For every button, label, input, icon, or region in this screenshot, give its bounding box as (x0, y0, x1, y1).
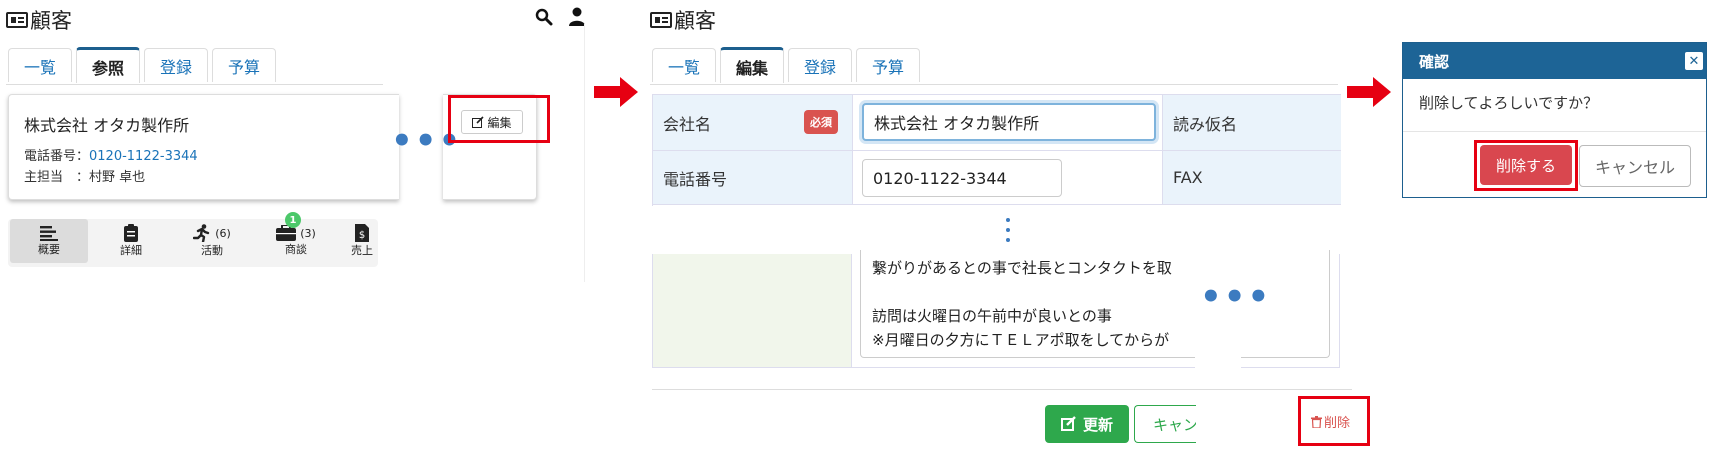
icon-tab-bar: 概要 詳細 (6) 活動 (3) 商談 1 $ 売上 (8, 212, 378, 267)
dialog-title: 確認 (1419, 52, 1450, 71)
trash-icon (1311, 415, 1322, 428)
company-name: 株式会社 オタカ製作所 (24, 116, 190, 135)
footer-divider (652, 389, 1352, 390)
deal-count-badge: 1 (285, 212, 301, 228)
update-button[interactable]: 更新 (1045, 405, 1129, 443)
tab-list[interactable]: 一覧 (652, 48, 716, 82)
edit-form: 会社名 必須 株式会社 オタカ製作所 読み仮名 電話番号 0120-1122-3… (652, 94, 1341, 206)
reading-label: 読み仮名 (1173, 114, 1238, 134)
icon-tab-detail[interactable]: 詳細 (96, 219, 166, 263)
confirm-dialog: 確認 ✕ 削除してよろしいですか？ 削除する キャンセル (1402, 42, 1707, 198)
tab-bar-line (650, 83, 1338, 85)
page-header: 顧客 (650, 5, 716, 35)
vertical-ellipsis (1005, 218, 1011, 242)
tab-bar-line (6, 83, 383, 85)
dialog-divider (1403, 131, 1706, 132)
owner-value: 村野 卓也 (89, 170, 146, 185)
phone-input-cell: 0120-1122-3344 (853, 151, 1163, 205)
phone-label: 電話番号 (663, 169, 728, 189)
owner-row: 主担当 ：村野 卓也 (24, 166, 145, 185)
search-icon[interactable] (535, 8, 553, 26)
icon-tab-overview[interactable]: 概要 (10, 219, 88, 263)
cancel-button[interactable]: キャン (1134, 405, 1196, 443)
tab-budget[interactable]: 予算 (856, 48, 920, 82)
running-icon (193, 224, 210, 242)
company-name-input[interactable]: 株式会社 オタカ製作所 (862, 103, 1156, 141)
svg-text:$: $ (359, 230, 365, 241)
phone-label-cell: 電話番号 (653, 151, 853, 205)
tab-budget[interactable]: 予算 (212, 48, 276, 82)
clipboard-icon (124, 224, 138, 242)
page-title: 顧客 (674, 9, 716, 33)
phone-label: 電話番号： (24, 149, 90, 164)
fax-label-cell: FAX (1163, 151, 1341, 205)
confirm-delete-button[interactable]: 削除する (1480, 145, 1572, 185)
contact-card-icon (6, 12, 28, 28)
tab-view[interactable]: 参照 (76, 47, 140, 83)
memo-label-cell (652, 254, 852, 368)
contact-card-icon (650, 12, 672, 28)
phone-input[interactable]: 0120-1122-3344 (862, 159, 1062, 197)
tab-register[interactable]: 登録 (788, 48, 852, 82)
fax-label: FAX (1173, 168, 1203, 187)
company-label: 会社名 (663, 114, 712, 134)
reading-label-cell: 読み仮名 (1163, 95, 1341, 151)
company-label-cell: 会社名 必須 (653, 95, 853, 151)
edit-icon (472, 116, 485, 128)
close-icon[interactable]: ✕ (1685, 52, 1703, 70)
red-arrow-icon (594, 77, 638, 107)
page-header: 顧客 (6, 5, 72, 35)
delete-link[interactable]: 削除 (1311, 412, 1350, 431)
ellipsis-dots: ••• (1200, 277, 1272, 317)
dialog-header: 確認 (1403, 43, 1706, 79)
red-arrow-icon (1347, 77, 1391, 107)
company-input-cell: 株式会社 オタカ製作所 (853, 95, 1163, 151)
tab-edit[interactable]: 編集 (720, 47, 784, 83)
required-badge: 必須 (804, 110, 838, 134)
panel1-divider (584, 24, 585, 282)
edit-icon (1060, 416, 1076, 431)
invoice-icon: $ (355, 224, 369, 242)
memo-line: ※月曜日の夕方にＴＥＬアポ取をしてからが (872, 331, 1170, 349)
phone-link[interactable]: 0120-1122-3344 (89, 149, 198, 164)
edit-button[interactable]: 編集 (461, 110, 523, 134)
list-icon (40, 226, 58, 241)
page-title: 顧客 (30, 9, 72, 33)
icon-tab-activity[interactable]: (6) 活動 (174, 219, 250, 263)
dialog-cancel-button[interactable]: キャンセル (1579, 145, 1691, 187)
icon-tab-sales[interactable]: $ 売上 (342, 219, 382, 263)
tab-register[interactable]: 登録 (144, 48, 208, 82)
owner-label: 主担当 ： (24, 170, 90, 185)
company-card: 株式会社 オタカ製作所 電話番号：0120-1122-3344 主担当 ：村野 … (8, 94, 399, 200)
icon-tab-deals[interactable]: (3) 商談 1 (258, 212, 334, 263)
dialog-message: 削除してよろしいですか？ (1419, 94, 1599, 112)
tab-list[interactable]: 一覧 (8, 48, 72, 82)
phone-row: 電話番号：0120-1122-3344 (24, 145, 198, 164)
